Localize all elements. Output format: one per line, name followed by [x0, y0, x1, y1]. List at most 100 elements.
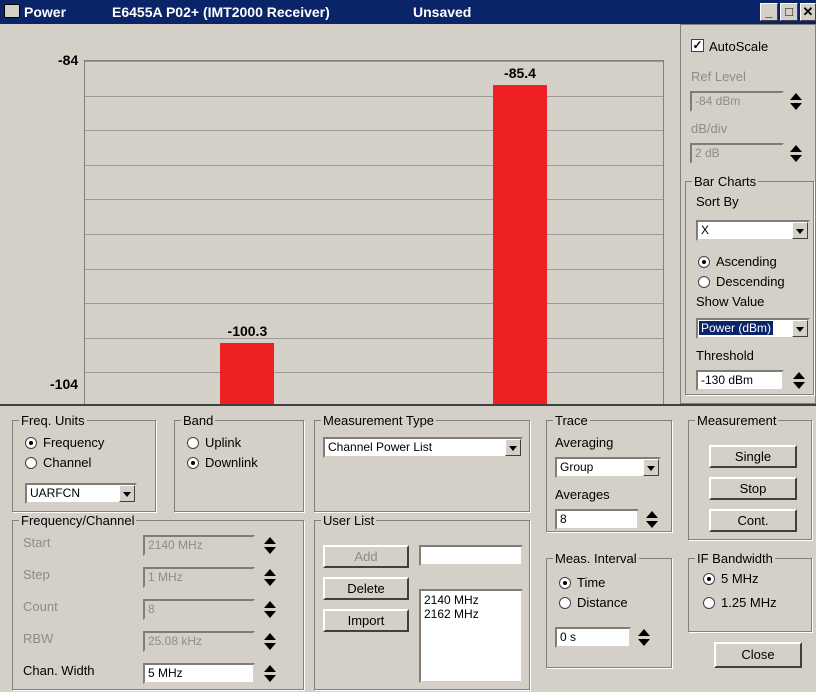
- single-button[interactable]: Single: [709, 445, 797, 468]
- count-spinner[interactable]: [261, 599, 279, 620]
- averaging-label: Averaging: [555, 435, 614, 450]
- chan-width-field[interactable]: 5 MHz: [143, 663, 255, 684]
- chart-area: -84 -104 -100.32140-85.42162: [0, 24, 680, 425]
- measurement-label: Measurement: [695, 413, 779, 428]
- chan-width-spinner[interactable]: [261, 663, 279, 684]
- time-label: Time: [577, 575, 606, 590]
- descending-radio[interactable]: [698, 276, 710, 288]
- downlink-radio[interactable]: [187, 457, 199, 469]
- app-icon: [4, 4, 20, 18]
- count-field[interactable]: 8: [143, 599, 255, 620]
- distance-label: Distance: [577, 595, 628, 610]
- user-list-box[interactable]: 2140 MHz 2162 MHz: [419, 589, 523, 683]
- bar-charts-group: Bar Charts Sort By X Ascending Descendin…: [685, 174, 814, 395]
- ref-level-label: Ref Level: [691, 69, 746, 84]
- measurement-type-label: Measurement Type: [321, 413, 437, 428]
- list-item[interactable]: 2162 MHz: [424, 607, 518, 621]
- sort-by-select[interactable]: X: [696, 220, 810, 241]
- averages-spinner[interactable]: [643, 509, 661, 530]
- start-spinner[interactable]: [261, 535, 279, 556]
- chevron-down-icon[interactable]: [505, 439, 521, 456]
- ref-level-field[interactable]: -84 dBm: [690, 91, 784, 112]
- meas-interval-field[interactable]: 0 s: [555, 627, 631, 648]
- maximize-button[interactable]: □: [780, 3, 798, 21]
- user-list-input[interactable]: [419, 545, 523, 566]
- freq-units-group: Freq. Units Frequency Channel UARFCN: [12, 413, 156, 512]
- if-1-25mhz-radio[interactable]: [703, 597, 715, 609]
- trace-group: Trace Averaging Group Averages 8: [546, 413, 672, 532]
- distance-radio[interactable]: [559, 597, 571, 609]
- threshold-spinner[interactable]: [790, 370, 808, 391]
- chevron-down-icon[interactable]: [792, 320, 808, 337]
- uplink-label: Uplink: [205, 435, 242, 450]
- grid-line: [85, 95, 663, 97]
- grid-line: [85, 234, 663, 235]
- threshold-field[interactable]: -130 dBm: [696, 370, 784, 391]
- bar: [220, 342, 275, 407]
- close-window-button[interactable]: ✕: [800, 3, 816, 21]
- db-div-field[interactable]: 2 dB: [690, 143, 784, 164]
- measurement-type-group: Measurement Type Channel Power List: [314, 413, 530, 512]
- controls-panel: Freq. Units Frequency Channel UARFCN Ban…: [0, 404, 816, 692]
- y-axis-bottom-label: -104: [50, 376, 79, 392]
- user-list-label: User List: [321, 513, 377, 528]
- channel-label: Channel: [43, 455, 92, 470]
- time-radio[interactable]: [559, 577, 571, 589]
- uarfcn-select[interactable]: UARFCN: [25, 483, 137, 504]
- save-status: Unsaved: [413, 4, 472, 20]
- meas-interval-spinner[interactable]: [635, 627, 653, 648]
- frequency-label: Frequency: [43, 435, 105, 450]
- autoscale-checkbox[interactable]: ✓: [691, 39, 704, 52]
- bar-value-label: -85.4: [504, 65, 536, 82]
- bar-plot: -100.32140-85.42162: [84, 60, 664, 425]
- minimize-button[interactable]: _: [760, 3, 778, 21]
- chevron-down-icon[interactable]: [792, 222, 808, 239]
- grid-line: [85, 61, 663, 62]
- start-field[interactable]: 2140 MHz: [143, 535, 255, 556]
- measurement-type-select[interactable]: Channel Power List: [323, 437, 523, 458]
- add-button[interactable]: Add: [323, 545, 409, 568]
- instrument-title: E6455A P02+ (IMT2000 Receiver): [112, 4, 330, 20]
- step-label: Step: [23, 567, 50, 582]
- db-div-label: dB/div: [691, 121, 728, 136]
- import-button[interactable]: Import: [323, 609, 409, 632]
- list-item[interactable]: 2140 MHz: [424, 593, 518, 607]
- ref-level-spinner[interactable]: [787, 91, 805, 112]
- chevron-down-icon[interactable]: [119, 485, 135, 502]
- step-field[interactable]: 1 MHz: [143, 567, 255, 588]
- y-axis-top-label: -84: [58, 52, 79, 68]
- grid-line: [85, 199, 663, 201]
- threshold-label: Threshold: [696, 348, 754, 363]
- close-button[interactable]: Close: [714, 642, 802, 668]
- db-div-spinner[interactable]: [787, 143, 805, 164]
- show-value-select[interactable]: Power (dBm): [696, 318, 810, 339]
- uplink-radio[interactable]: [187, 437, 199, 449]
- start-label: Start: [23, 535, 51, 550]
- averaging-select[interactable]: Group: [555, 457, 661, 478]
- chevron-down-icon[interactable]: [643, 459, 659, 476]
- if-5mhz-label: 5 MHz: [721, 571, 759, 586]
- rbw-spinner[interactable]: [261, 631, 279, 652]
- show-value-value: Power (dBm): [699, 321, 774, 335]
- if-1-25mhz-label: 1.25 MHz: [721, 595, 777, 610]
- frequency-radio[interactable]: [25, 437, 37, 449]
- if-5mhz-radio[interactable]: [703, 573, 715, 585]
- window-title: Power: [24, 4, 67, 20]
- frequency-channel-group: Frequency/Channel Start 2140 MHz Step 1 …: [12, 513, 304, 690]
- rbw-label: RBW: [23, 631, 54, 646]
- averages-field[interactable]: 8: [555, 509, 639, 530]
- bar: [493, 85, 547, 407]
- show-value-label: Show Value: [696, 294, 765, 309]
- count-label: Count: [23, 599, 58, 614]
- user-list-group: User List Add Delete Import 2140 MHz 216…: [314, 513, 530, 690]
- delete-button[interactable]: Delete: [323, 577, 409, 600]
- rbw-field[interactable]: 25.08 kHz: [143, 631, 255, 652]
- title-bar: Power E6455A P02+ (IMT2000 Receiver) Uns…: [0, 0, 816, 24]
- channel-radio[interactable]: [25, 457, 37, 469]
- step-spinner[interactable]: [261, 567, 279, 588]
- cont-button[interactable]: Cont.: [709, 509, 797, 532]
- if-bandwidth-label: IF Bandwidth: [695, 551, 775, 566]
- ascending-radio[interactable]: [698, 256, 710, 268]
- stop-button[interactable]: Stop: [709, 477, 797, 500]
- band-label: Band: [181, 413, 216, 428]
